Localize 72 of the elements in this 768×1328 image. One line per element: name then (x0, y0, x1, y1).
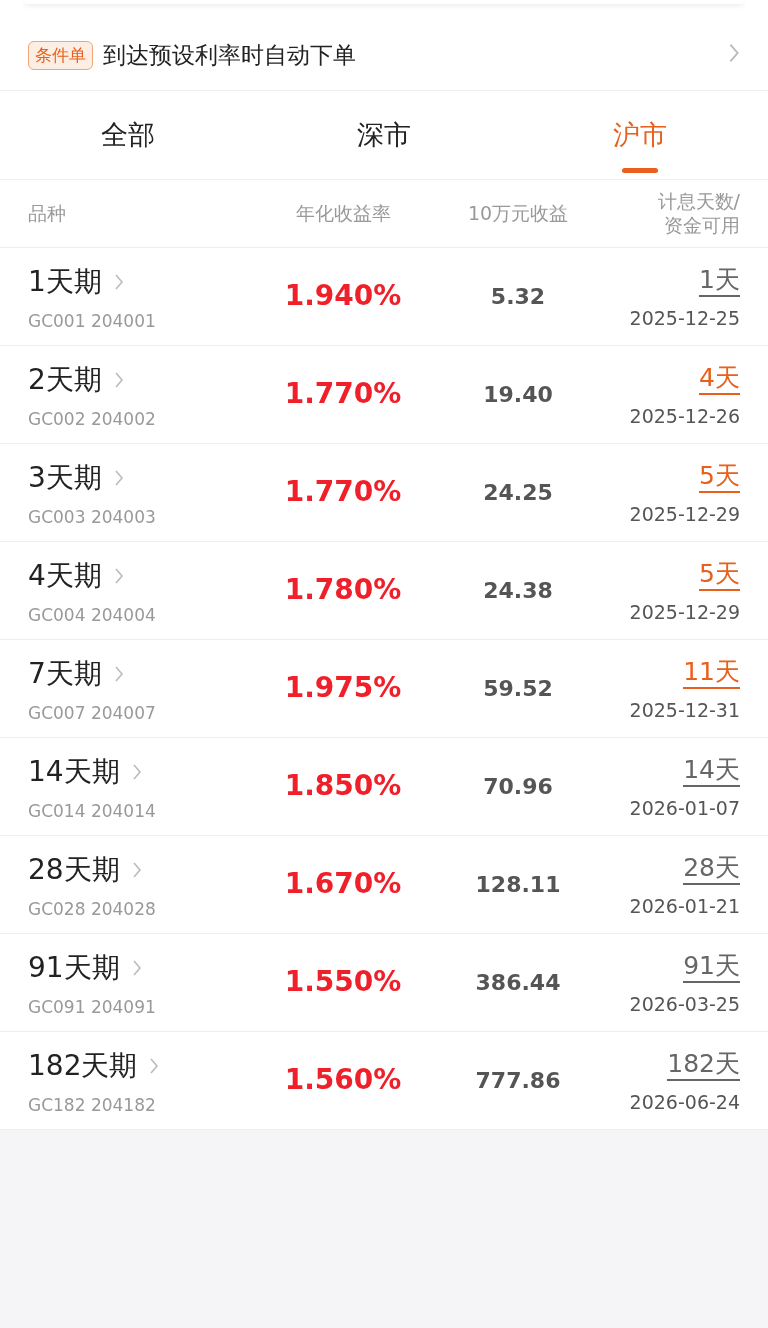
chevron-right-icon (728, 42, 740, 64)
income-value: 386.44 (474, 970, 562, 995)
income-value: 24.38 (482, 578, 554, 603)
product-name[interactable]: 91天期 (28, 948, 120, 987)
chevron-right-icon (113, 272, 124, 291)
product-code: GC002 204002 (28, 408, 157, 429)
interest-days: 1天 (699, 264, 740, 297)
income-value: 59.52 (482, 676, 554, 701)
interest-days: 28天 (683, 852, 740, 885)
annual-rate: 1.940% (284, 278, 402, 315)
funds-available-date: 2025-12-29 (629, 502, 740, 525)
product-code: GC091 204091 (28, 996, 157, 1017)
funds-available-date: 2026-03-25 (629, 992, 740, 1015)
product-code: GC004 204004 (28, 604, 157, 625)
income-value: 19.40 (482, 382, 554, 407)
annual-rate: 1.975% (284, 670, 402, 707)
market-tab[interactable]: 全部 (0, 91, 256, 179)
product-name[interactable]: 3天期 (28, 458, 102, 497)
funds-available-date: 2026-01-07 (629, 796, 740, 819)
interest-days: 5天 (699, 460, 740, 493)
funds-available-date: 2025-12-29 (629, 600, 740, 623)
product-name[interactable]: 7天期 (28, 654, 102, 693)
income-value: 70.96 (482, 774, 554, 799)
interest-days: 11天 (683, 656, 740, 689)
product-code: GC182 204182 (28, 1094, 157, 1115)
funds-available-date: 2026-06-24 (629, 1090, 740, 1113)
chevron-right-icon (131, 762, 142, 781)
product-code: GC028 204028 (28, 898, 157, 919)
product-code: GC007 204007 (28, 702, 157, 723)
chevron-right-icon (113, 566, 124, 585)
chevron-right-icon (113, 370, 124, 389)
product-code: GC003 204003 (28, 506, 157, 527)
product-name[interactable]: 182天期 (28, 1046, 138, 1085)
banner-text[interactable]: 到达预设利率时自动下单 (103, 39, 728, 71)
chevron-right-icon (131, 860, 142, 879)
income-value: 5.32 (489, 284, 547, 309)
funds-available-date: 2025-12-31 (629, 698, 740, 721)
chevron-right-icon (113, 468, 124, 487)
interest-days: 91天 (683, 950, 740, 983)
interest-days: 182天 (667, 1048, 740, 1081)
income-value: 777.86 (474, 1068, 562, 1093)
column-header: 10万元收益 (466, 200, 570, 226)
chevron-right-icon (149, 1056, 160, 1075)
interest-days: 4天 (699, 362, 740, 395)
annual-rate: 1.560% (284, 1062, 402, 1099)
column-header: 计息天数/ 资金可用 (656, 189, 740, 238)
product-name[interactable]: 4天期 (28, 556, 102, 595)
annual-rate: 1.770% (284, 474, 402, 511)
condition-order-tag: 条件单 (28, 40, 93, 70)
annual-rate: 1.770% (284, 376, 402, 413)
income-value: 128.11 (474, 872, 562, 897)
annual-rate: 1.550% (284, 964, 402, 1001)
interest-days: 5天 (699, 558, 740, 591)
market-tab[interactable]: 深市 (256, 91, 512, 179)
product-name[interactable]: 28天期 (28, 850, 120, 889)
funds-available-date: 2025-12-25 (629, 306, 740, 329)
product-name[interactable]: 14天期 (28, 752, 120, 791)
annual-rate: 1.780% (284, 572, 402, 609)
product-name[interactable]: 2天期 (28, 360, 102, 399)
annual-rate: 1.850% (284, 768, 402, 805)
product-code: GC014 204014 (28, 800, 157, 821)
column-header: 年化收益率 (294, 200, 392, 226)
funds-available-date: 2025-12-26 (629, 404, 740, 427)
product-name[interactable]: 1天期 (28, 262, 102, 301)
income-value: 24.25 (482, 480, 554, 505)
product-code: GC001 204001 (28, 310, 157, 331)
funds-available-date: 2026-01-21 (629, 894, 740, 917)
chevron-right-icon (113, 664, 124, 683)
interest-days: 14天 (683, 754, 740, 787)
chevron-right-icon (131, 958, 142, 977)
annual-rate: 1.670% (284, 866, 402, 903)
column-header: 品种 (28, 200, 67, 226)
